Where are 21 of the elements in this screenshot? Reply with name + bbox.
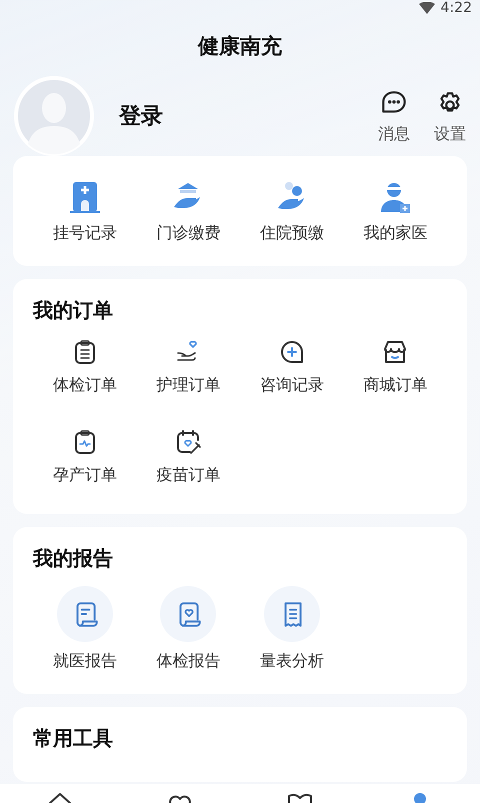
section-title: 我的报告 — [33, 545, 114, 572]
order-item[interactable]: 疫苗订单 — [136, 428, 240, 486]
service-item[interactable]: 门诊缴费 — [136, 180, 240, 244]
app-title: 健康南充 — [196, 33, 283, 60]
section-title: 常用工具 — [33, 725, 114, 752]
order-item[interactable]: 体检订单 — [33, 338, 136, 396]
order-item[interactable]: 咨询记录 — [240, 338, 344, 396]
status-time: 4:22 — [440, 0, 472, 16]
order-item[interactable]: 孕产订单 — [33, 428, 136, 486]
order-item[interactable]: 护理订单 — [136, 338, 240, 396]
report-item[interactable]: 量表分析 — [240, 586, 344, 672]
order-item[interactable]: 商城订单 — [344, 338, 447, 396]
section-title: 我的订单 — [33, 297, 114, 324]
settings-button[interactable]: 设置 — [434, 88, 466, 144]
login-link[interactable]: 登录 — [119, 101, 354, 131]
report-item[interactable]: 体检报告 — [136, 586, 240, 672]
service-item[interactable]: 我的家医 — [344, 180, 447, 244]
messages-button[interactable]: 消息 — [378, 88, 410, 144]
service-item[interactable]: 挂号记录 — [33, 180, 136, 244]
report-item[interactable]: 就医报告 — [33, 586, 136, 672]
service-item[interactable]: 住院预缴 — [240, 180, 344, 244]
